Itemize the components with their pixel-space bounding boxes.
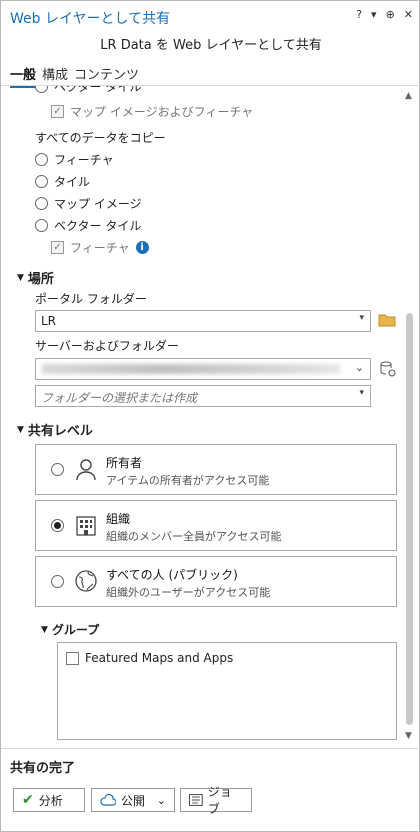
radio-owner[interactable] xyxy=(51,463,64,476)
server-folder-select[interactable]: ⌄ xyxy=(35,358,371,380)
everyone-desc: 組織外のユーザーがアクセス可能 xyxy=(106,586,271,599)
finish-sharing-heading: 共有の完了 xyxy=(10,761,76,776)
folder-placeholder: フォルダーの選択または作成 xyxy=(41,391,198,405)
building-icon xyxy=(76,516,96,536)
scroll-up-icon[interactable]: ▲ xyxy=(405,91,412,101)
server-folder-label: サーバーおよびフォルダー xyxy=(35,339,179,353)
title-bar: Web レイヤーとして共有 ? ▾ ⊕ ✕ xyxy=(1,1,420,29)
close-icon[interactable]: ✕ xyxy=(404,8,413,21)
checkmark-icon: ✔ xyxy=(22,792,34,808)
owner-title: 所有者 xyxy=(106,456,143,470)
sharing-level-header[interactable]: ▼ 共有レベル xyxy=(17,420,93,439)
chevron-down-icon[interactable]: ⌄ xyxy=(157,794,166,807)
feature-checkbox[interactable]: ✓ xyxy=(51,241,64,254)
partial-label: ベクター タイル xyxy=(54,86,142,94)
location-heading: 場所 xyxy=(27,272,54,287)
sharing-option-everyone[interactable]: すべての人 (パブリック) 組織外のユーザーがアクセス可能 xyxy=(35,556,397,607)
sharing-level-heading: 共有レベル xyxy=(27,424,93,439)
everyone-title: すべての人 (パブリック) xyxy=(106,568,238,582)
copy-all-heading: すべてのデータをコピー xyxy=(35,131,166,145)
radio-feature[interactable] xyxy=(35,153,48,166)
radio-tile-label: タイル xyxy=(54,175,91,189)
radio-vector-tile-label: ベクター タイル xyxy=(54,219,142,233)
portal-folder-label: ポータル フォルダー xyxy=(35,292,147,306)
jobs-icon xyxy=(189,794,203,806)
server-settings-icon[interactable] xyxy=(379,360,397,378)
jobs-label: ジョブ xyxy=(207,785,232,816)
folder-input[interactable]: フォルダーの選択または作成 ▾ xyxy=(35,385,371,407)
radio-everyone[interactable] xyxy=(51,575,64,588)
dropdown-arrow-icon: ▾ xyxy=(359,313,364,323)
help-icon[interactable]: ? xyxy=(356,8,362,21)
person-icon xyxy=(76,459,96,481)
chevron-down-icon: ▼ xyxy=(41,624,48,635)
portal-folder-value: LR xyxy=(41,314,57,328)
publish-label: 公開 xyxy=(121,793,146,808)
radio-organization[interactable] xyxy=(51,519,64,532)
radio-feature-label: フィーチャ xyxy=(54,153,114,167)
jobs-button[interactable]: ジョブ xyxy=(180,785,252,816)
portal-folder-select[interactable]: LR ▾ xyxy=(35,310,371,332)
map-image-feature-checkbox[interactable]: ✓ xyxy=(51,105,64,118)
publish-button[interactable]: 公開 ⌄ xyxy=(91,788,175,812)
sharing-option-owner[interactable]: 所有者 アイテムの所有者がアクセス可能 xyxy=(35,444,397,495)
scroll-down-icon[interactable]: ▼ xyxy=(405,731,412,741)
list-item[interactable]: Featured Maps and Apps xyxy=(66,651,233,665)
group-header[interactable]: ▼ グループ xyxy=(41,621,99,638)
scroll-thumb[interactable] xyxy=(406,313,413,725)
chevron-down-icon: ⌄ xyxy=(354,361,364,374)
pane-subtitle: LR Data を Web レイヤーとして共有 xyxy=(100,38,322,53)
analyze-button[interactable]: ✔ 分析 xyxy=(13,788,85,812)
globe-icon xyxy=(75,570,97,592)
info-icon[interactable]: i xyxy=(135,241,149,254)
group-list: Featured Maps and Apps xyxy=(57,642,397,740)
clipped-row: ベクター タイル xyxy=(1,86,399,94)
feature-check-label: フィーチャ xyxy=(70,241,130,255)
group-heading: グループ xyxy=(51,623,100,637)
radio-vector-tile[interactable] xyxy=(35,219,48,232)
title-controls: ? ▾ ⊕ ✕ xyxy=(356,8,413,21)
owner-desc: アイテムの所有者がアクセス可能 xyxy=(106,474,270,487)
folder-icon[interactable] xyxy=(378,313,396,327)
organization-desc: 組織のメンバー全員がアクセス可能 xyxy=(106,530,282,543)
pane-title: Web レイヤーとして共有 xyxy=(10,11,171,27)
organization-title: 組織 xyxy=(106,512,131,526)
cloud-icon xyxy=(100,794,116,806)
chevron-down-icon: ▼ xyxy=(17,424,24,435)
server-folder-value-redacted xyxy=(42,364,340,374)
radio-map-image[interactable] xyxy=(35,197,48,210)
group-item-label: Featured Maps and Apps xyxy=(85,651,234,665)
sharing-option-organization[interactable]: 組織 組織のメンバー全員がアクセス可能 xyxy=(35,500,397,551)
share-pane: Web レイヤーとして共有 ? ▾ ⊕ ✕ LR Data を Web レイヤー… xyxy=(0,0,420,832)
location-header[interactable]: ▼ 場所 xyxy=(17,268,54,287)
radio-tile[interactable] xyxy=(35,175,48,188)
options-dropdown-icon[interactable]: ▾ xyxy=(371,8,377,21)
map-image-feature-label: マップ イメージおよびフィーチャ xyxy=(70,105,254,119)
radio-vector-tile-partial[interactable] xyxy=(35,86,48,93)
vertical-scrollbar[interactable]: ▲ ▼ xyxy=(401,89,417,743)
analyze-label: 分析 xyxy=(38,793,63,808)
pin-icon[interactable]: ⊕ xyxy=(386,8,395,21)
radio-map-image-label: マップ イメージ xyxy=(54,197,142,211)
footer-divider xyxy=(1,748,420,749)
chevron-down-icon: ▼ xyxy=(17,272,24,283)
group-checkbox[interactable] xyxy=(66,651,79,665)
dropdown-arrow-icon: ▾ xyxy=(359,388,364,398)
